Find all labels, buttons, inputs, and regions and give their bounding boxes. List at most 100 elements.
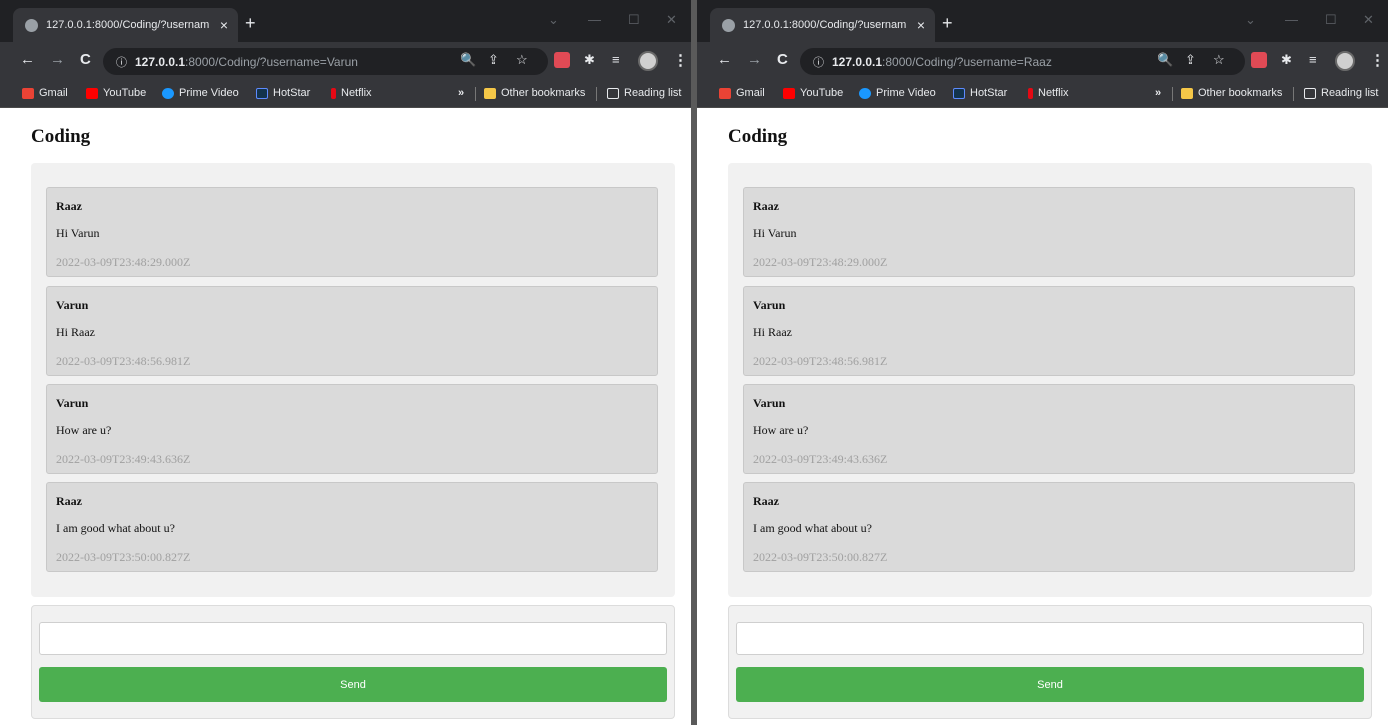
chat-messages: Raaz Hi Varun 2022-03-09T23:48:29.000Z V…	[728, 163, 1372, 597]
bookmark-other[interactable]: Other bookmarks	[484, 87, 585, 99]
send-button[interactable]: Send	[39, 667, 667, 702]
bookmark-youtube[interactable]: YouTube	[86, 87, 146, 99]
message-item: Raaz Hi Varun 2022-03-09T23:48:29.000Z	[46, 187, 658, 277]
bookmark-netflix[interactable]: Netflix	[1028, 87, 1069, 99]
minimize-icon[interactable]: —	[1285, 12, 1298, 27]
message-user: Varun	[56, 396, 89, 410]
bookmark-label: YouTube	[103, 87, 147, 99]
bookmark-youtube[interactable]: YouTube	[783, 87, 843, 99]
bookmark-reading-list[interactable]: Reading list	[607, 87, 681, 99]
message-user: Varun	[56, 298, 89, 312]
site-info-icon[interactable]: ⓘ	[813, 54, 824, 70]
bookmark-hotstar[interactable]: HotStar	[953, 87, 1007, 99]
message-user: Raaz	[56, 494, 82, 508]
back-icon[interactable]: ←	[717, 51, 732, 69]
bookmark-label: Gmail	[736, 87, 765, 99]
site-info-icon[interactable]: ⓘ	[116, 54, 127, 70]
chevron-icon: »	[1155, 87, 1162, 99]
bookmark-hotstar[interactable]: HotStar	[256, 87, 310, 99]
message-item: Raaz Hi Varun 2022-03-09T23:48:29.000Z	[743, 187, 1355, 277]
window-close-icon[interactable]: ✕	[666, 12, 677, 28]
bookmark-label: HotStar	[273, 87, 311, 99]
message-text: I am good what about u?	[753, 521, 872, 535]
bookmark-gmail[interactable]: Gmail	[22, 87, 68, 99]
reload-icon[interactable]: C	[777, 51, 788, 69]
zoom-icon[interactable]: 🔍	[1157, 52, 1173, 68]
url-host: 127.0.0.1	[832, 54, 883, 69]
extensions-puzzle-icon[interactable]: ✱	[584, 52, 595, 68]
menu-icon[interactable]: ⋮	[673, 51, 688, 69]
message-time: 2022-03-09T23:48:29.000Z	[56, 255, 191, 269]
bookmark-netflix[interactable]: Netflix	[331, 87, 372, 99]
reload-icon[interactable]: C	[80, 51, 91, 69]
zoom-icon[interactable]: 🔍	[460, 52, 476, 68]
message-user: Varun	[753, 298, 786, 312]
bookmarks-overflow[interactable]: »	[458, 87, 469, 99]
message-user: Raaz	[56, 199, 82, 213]
message-input[interactable]	[39, 622, 667, 655]
hotstar-icon	[256, 87, 268, 99]
bookmark-prime-video[interactable]: Prime Video	[162, 87, 239, 99]
folder-icon	[484, 87, 496, 99]
youtube-icon	[86, 87, 98, 99]
bookmark-label: Reading list	[1321, 87, 1379, 99]
share-icon[interactable]: ⇪	[1185, 52, 1196, 68]
forward-icon[interactable]: →	[50, 51, 65, 69]
bookmark-reading-list[interactable]: Reading list	[1304, 87, 1378, 99]
extension-icon[interactable]	[1251, 52, 1267, 68]
browser-tab[interactable]: 127.0.0.1:8000/Coding/?usernam ×	[710, 8, 935, 42]
tab-search-icon[interactable]: ⌄	[1245, 12, 1256, 28]
extensions-puzzle-icon[interactable]: ✱	[1281, 52, 1292, 68]
browser-toolbar: ← → C ⓘ 127.0.0.1 :8000/Coding/?username…	[0, 42, 691, 80]
new-tab-icon[interactable]: +	[942, 14, 953, 32]
bookmark-separator	[1172, 87, 1173, 101]
bookmark-separator	[475, 87, 476, 101]
message-text: Hi Varun	[753, 226, 797, 240]
forward-icon[interactable]: →	[747, 51, 762, 69]
share-icon[interactable]: ⇪	[488, 52, 499, 68]
profile-avatar[interactable]	[1335, 51, 1355, 71]
gmail-icon	[22, 87, 34, 99]
address-bar[interactable]: ⓘ 127.0.0.1 :8000/Coding/?username=Raaz	[800, 48, 1245, 75]
netflix-icon	[1028, 87, 1033, 99]
hotstar-icon	[953, 87, 965, 99]
address-bar[interactable]: ⓘ 127.0.0.1 :8000/Coding/?username=Varun	[103, 48, 548, 75]
maximize-icon[interactable]: ☐	[1325, 12, 1337, 28]
tab-search-icon[interactable]: ⌄	[548, 12, 559, 28]
message-time: 2022-03-09T23:50:00.827Z	[753, 550, 888, 564]
bookmark-separator	[1293, 87, 1294, 101]
tab-close-icon[interactable]: ×	[917, 17, 925, 33]
message-item: Varun How are u? 2022-03-09T23:49:43.636…	[46, 384, 658, 474]
extension-icon[interactable]	[554, 52, 570, 68]
tab-title: 127.0.0.1:8000/Coding/?usernam	[743, 19, 907, 31]
window-close-icon[interactable]: ✕	[1363, 12, 1374, 28]
send-button[interactable]: Send	[736, 667, 1364, 702]
new-tab-icon[interactable]: +	[245, 14, 256, 32]
back-icon[interactable]: ←	[20, 51, 35, 69]
message-text: I am good what about u?	[56, 521, 175, 535]
tab-strip: 127.0.0.1:8000/Coding/?usernam × + ⌄ — ☐…	[0, 0, 691, 42]
netflix-icon	[331, 87, 336, 99]
message-text: Hi Raaz	[56, 325, 95, 339]
bookmark-label: Reading list	[624, 87, 682, 99]
bookmark-prime-video[interactable]: Prime Video	[859, 87, 936, 99]
url-path: :8000/Coding/?username=Raaz	[882, 54, 1052, 69]
media-control-icon[interactable]: ≡	[1309, 52, 1317, 67]
profile-avatar[interactable]	[638, 51, 658, 71]
bookmark-label: Other bookmarks	[1198, 87, 1283, 99]
message-input[interactable]	[736, 622, 1364, 655]
message-time: 2022-03-09T23:48:56.981Z	[56, 354, 191, 368]
bookmark-other[interactable]: Other bookmarks	[1181, 87, 1282, 99]
menu-icon[interactable]: ⋮	[1370, 51, 1385, 69]
bookmark-star-icon[interactable]: ☆	[516, 52, 528, 68]
bookmarks-overflow[interactable]: »	[1155, 87, 1166, 99]
youtube-icon	[783, 87, 795, 99]
bookmark-star-icon[interactable]: ☆	[1213, 52, 1225, 68]
bookmark-label: Netflix	[1038, 87, 1069, 99]
media-control-icon[interactable]: ≡	[612, 52, 620, 67]
bookmark-gmail[interactable]: Gmail	[719, 87, 765, 99]
tab-close-icon[interactable]: ×	[220, 17, 228, 33]
minimize-icon[interactable]: —	[588, 12, 601, 27]
browser-tab[interactable]: 127.0.0.1:8000/Coding/?usernam ×	[13, 8, 238, 42]
maximize-icon[interactable]: ☐	[628, 12, 640, 28]
